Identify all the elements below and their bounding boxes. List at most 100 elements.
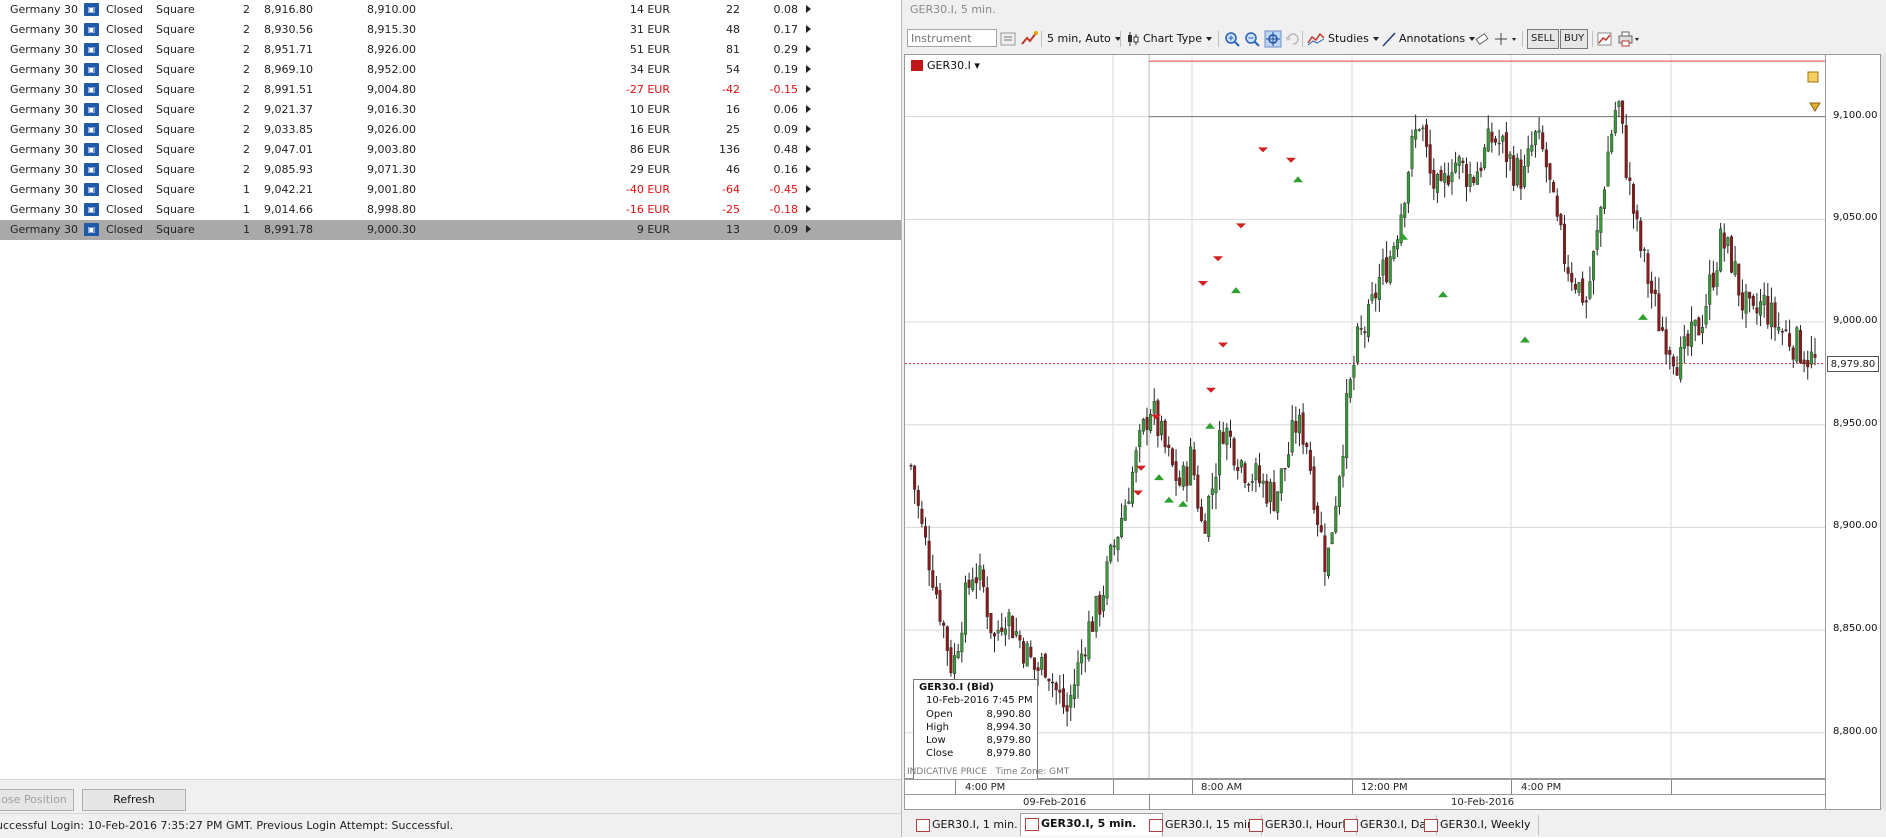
close-type-cell: Square (156, 223, 195, 236)
chart-plot-area[interactable]: GER30.I ▾ GER30.I (Bid) 10-Feb-2016 7:45… (904, 54, 1826, 781)
candle-body (1258, 465, 1262, 484)
trade-ticket-icon[interactable]: ▣ (84, 223, 99, 236)
studies-dropdown[interactable]: Studies (1328, 30, 1379, 48)
price-axis[interactable]: 8,800.00 8,850.00 8,900.00 8,950.00 9,000.00… (1826, 54, 1881, 810)
close-position-button[interactable]: ose Position (0, 789, 74, 811)
toolbar-separator (1218, 31, 1219, 47)
table-row[interactable]: ▣ Germany 30 Closed Square 1 8,991.78 9,000.30… (0, 220, 901, 240)
expand-arrow-icon[interactable] (806, 125, 811, 133)
trade-ticket-icon[interactable]: ▣ (84, 103, 99, 116)
chart-vertical-scrollbar[interactable] (1881, 54, 1886, 810)
trade-ticket-icon[interactable]: ▣ (84, 143, 99, 156)
trade-ticket-icon[interactable]: ▣ (84, 3, 99, 16)
candle-body (1544, 149, 1548, 168)
expand-arrow-icon[interactable] (806, 145, 811, 153)
trade-ticket-icon[interactable]: ▣ (84, 83, 99, 96)
candle-body (1653, 289, 1657, 294)
undo-icon[interactable] (1285, 30, 1299, 48)
interval-dropdown[interactable]: 5 min, Auto (1047, 30, 1121, 48)
table-row[interactable]: ▣ Germany 30 Closed Square 2 8,916.80 8,910.00… (0, 0, 901, 20)
table-row[interactable]: ▣ Germany 30 Closed Square 1 9,042.21 9,001.80… (0, 180, 901, 200)
expand-arrow-icon[interactable] (806, 165, 811, 173)
draw-trend-icon[interactable] (1020, 30, 1038, 48)
instrument-cell: Germany 30 (10, 143, 79, 156)
table-row[interactable]: ▣ Germany 30 Closed Square 2 9,033.85 9,026.00… (0, 120, 901, 140)
candle-body (1475, 171, 1479, 185)
candle-body (1744, 291, 1748, 314)
instrument-lookup-icon[interactable] (999, 30, 1017, 48)
print-icon[interactable] (1617, 30, 1641, 48)
expand-arrow-icon[interactable] (806, 85, 811, 93)
candle-body (1515, 157, 1519, 186)
trade-ticket-icon[interactable]: ▣ (84, 23, 99, 36)
chart-window: GER30.I, 5 min. 5 min, Auto Chart Type (901, 0, 1886, 837)
candle-body (1613, 110, 1617, 133)
crosshair-icon[interactable] (1264, 30, 1282, 48)
candle-body (1395, 239, 1399, 250)
buy-button[interactable]: BUY (1560, 29, 1589, 49)
refresh-button[interactable]: Refresh (82, 789, 186, 811)
annotations-icon (1382, 32, 1396, 47)
candle-body (1700, 327, 1704, 334)
chart-settings-icon[interactable] (1596, 30, 1614, 48)
close-type-cell: Square (156, 3, 195, 16)
table-row[interactable]: ▣ Germany 30 Closed Square 1 9,014.66 8,998.80… (0, 200, 901, 220)
close-price-cell: 9,003.80 (367, 143, 416, 156)
chart-tab-label: GER30.I, 5 min. (1041, 817, 1137, 830)
table-row[interactable]: ▣ Germany 30 Closed Square 2 8,991.51 9,004.80… (0, 80, 901, 100)
expand-arrow-icon[interactable] (806, 185, 811, 193)
eraser-icon[interactable] (1474, 30, 1490, 48)
candle-body (1352, 365, 1356, 378)
expand-arrow-icon[interactable] (806, 105, 811, 113)
zoom-in-icon[interactable] (1223, 30, 1241, 48)
cursor-mode-icon[interactable] (1494, 30, 1520, 48)
trade-ticket-icon[interactable]: ▣ (84, 123, 99, 136)
time-axis[interactable]: 4:00 PM 8:00 AM 12:00 PM 4:00 PM 09-Feb-… (904, 779, 1826, 810)
points-cell: -42 (722, 83, 740, 96)
expand-arrow-icon[interactable] (806, 65, 811, 73)
chart-tab[interactable]: GER30.I, Weekly (1420, 815, 1539, 835)
candle-body (1559, 214, 1563, 226)
annotations-dropdown[interactable]: Annotations (1399, 30, 1475, 48)
table-row[interactable]: ▣ Germany 30 Closed Square 2 9,047.01 9,003.80… (0, 140, 901, 160)
table-row[interactable]: ▣ Germany 30 Closed Square 2 8,930.56 8,915.30… (0, 20, 901, 40)
instrument-input[interactable] (907, 29, 997, 47)
candle-body (1065, 705, 1069, 712)
trade-ticket-icon[interactable]: ▣ (84, 43, 99, 56)
trade-ticket-icon[interactable]: ▣ (84, 63, 99, 76)
trade-ticket-icon[interactable]: ▣ (84, 183, 99, 196)
candle-body (1472, 177, 1476, 183)
chart-type-label: Chart Type (1143, 32, 1202, 45)
candle-body (985, 587, 989, 618)
chart-tab[interactable]: GER30.I, 5 min. (1020, 813, 1163, 836)
table-row[interactable]: ▣ Germany 30 Closed Square 2 8,969.10 8,952.00… (0, 60, 901, 80)
trade-ticket-icon[interactable]: ▣ (84, 163, 99, 176)
sell-button[interactable]: SELL (1527, 29, 1559, 49)
time-tick (1113, 780, 1114, 794)
expand-arrow-icon[interactable] (806, 25, 811, 33)
profit-loss-cell: 29 EUR (629, 163, 670, 176)
status-cell: Closed (106, 23, 143, 36)
toolbar-separator (1041, 31, 1042, 47)
instrument-cell: Germany 30 (10, 3, 79, 16)
open-price-cell: 8,969.10 (264, 63, 313, 76)
chart-symbol-selector[interactable]: GER30.I ▾ (911, 59, 980, 72)
candle-body (1570, 272, 1574, 283)
candle-body (1366, 304, 1370, 338)
trade-ticket-icon[interactable]: ▣ (84, 203, 99, 216)
table-row[interactable]: ▣ Germany 30 Closed Square 2 9,021.37 9,016.30… (0, 100, 901, 120)
chart-tab[interactable]: GER30.I, 1 min. (912, 815, 1037, 835)
candle-body (1421, 127, 1425, 130)
candlestick-chart[interactable] (905, 55, 1825, 778)
percent-cell: 0.48 (773, 143, 799, 156)
sell-marker-icon (1213, 256, 1223, 262)
expand-arrow-icon[interactable] (806, 205, 811, 213)
table-row[interactable]: ▣ Germany 30 Closed Square 2 8,951.71 8,926.00… (0, 40, 901, 60)
expand-arrow-icon[interactable] (806, 45, 811, 53)
table-row[interactable]: ▣ Germany 30 Closed Square 2 9,085.93 9,071.30… (0, 160, 901, 180)
open-price-cell: 9,047.01 (264, 143, 313, 156)
expand-arrow-icon[interactable] (806, 225, 811, 233)
chart-type-dropdown[interactable]: Chart Type (1143, 30, 1212, 48)
expand-arrow-icon[interactable] (806, 5, 811, 13)
zoom-out-icon[interactable] (1243, 30, 1261, 48)
